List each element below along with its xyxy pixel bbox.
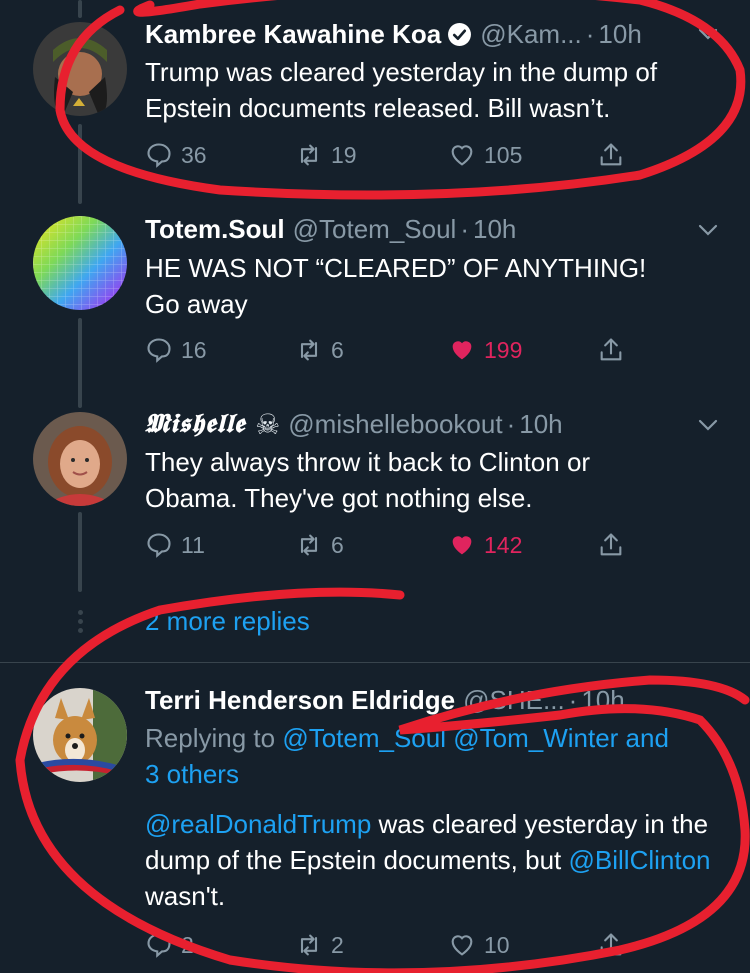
- avatar-kambree[interactable]: [33, 22, 127, 116]
- reply-icon: [147, 143, 171, 168]
- replying-handles[interactable]: @Totem_Soul @Tom_Winter and: [282, 723, 669, 753]
- share-icon: [600, 338, 622, 361]
- like-button[interactable]: 199: [448, 333, 522, 367]
- like-icon: [452, 341, 472, 360]
- retweet-icon: [300, 339, 318, 361]
- tweet-text-line-1: HE WAS NOT “CLEARED” OF ANYTHING!: [145, 253, 647, 283]
- tweet-text-part-2: wasn't.: [145, 881, 226, 911]
- like-icon: [452, 536, 472, 555]
- like-icon: [451, 145, 473, 166]
- author-handle[interactable]: @SHE...: [463, 685, 565, 716]
- replying-to: Replying to @Totem_Soul @Tom_Winter and …: [145, 720, 720, 792]
- thread-line-2: [78, 318, 82, 408]
- tweet-text: Trump was cleared yesterday in the dump …: [145, 57, 658, 123]
- share-button[interactable]: [597, 138, 633, 172]
- like-count: 10: [484, 931, 510, 958]
- reply-count: 2: [181, 931, 194, 958]
- mention-billclinton[interactable]: @BillClinton: [569, 845, 711, 875]
- retweet-icon: [300, 144, 318, 166]
- tweet-2-header: Totem.Soul @Totem_Soul · 10h: [145, 211, 720, 247]
- share-button[interactable]: [597, 528, 633, 562]
- tweet-actions: 16 6 199: [145, 333, 720, 367]
- share-button[interactable]: [597, 333, 633, 367]
- tweet-text: HE WAS NOT “CLEARED” OF ANYTHING! Go awa…: [145, 250, 720, 322]
- tweet-timestamp[interactable]: 10h: [598, 19, 641, 50]
- share-icon: [600, 143, 622, 166]
- like-button[interactable]: 142: [448, 528, 522, 562]
- reply-button[interactable]: 36: [145, 138, 207, 172]
- skull-crossbones-icon: ☠: [255, 408, 281, 440]
- retweet-button[interactable]: 6: [295, 333, 344, 367]
- author-name[interactable]: 𝕸𝖎𝖘𝖍𝖊𝖑𝖑𝖊: [145, 409, 245, 440]
- tweet-text: @realDonaldTrump was cleared yesterday i…: [145, 806, 718, 914]
- thread-line-top: [78, 0, 82, 18]
- chevron-down-icon[interactable]: [696, 413, 720, 437]
- reply-count: 36: [181, 141, 207, 168]
- like-count: 199: [484, 336, 523, 363]
- reply-icon: [147, 933, 171, 958]
- tweet-actions: 36 19 105: [145, 138, 720, 172]
- retweet-button[interactable]: 19: [295, 138, 357, 172]
- author-handle[interactable]: @Kam...: [480, 19, 582, 50]
- reply-icon: [147, 338, 171, 363]
- divider: [0, 662, 750, 663]
- verified-badge-icon: [448, 22, 472, 46]
- like-count: 105: [484, 141, 523, 168]
- retweet-icon: [300, 534, 318, 556]
- thread-line-1: [78, 124, 82, 204]
- author-name[interactable]: Totem.Soul: [145, 214, 285, 245]
- mention-realdonaldtrump[interactable]: @realDonaldTrump: [145, 809, 371, 839]
- tweet-timestamp[interactable]: 10h: [581, 685, 624, 716]
- reply-count: 16: [181, 336, 207, 363]
- author-handle[interactable]: @mishellebookout: [288, 409, 502, 440]
- avatar-totem-soul[interactable]: [33, 216, 127, 310]
- chevron-down-icon[interactable]: [696, 22, 720, 46]
- tweet-3-header: 𝕸𝖎𝖘𝖍𝖊𝖑𝖑𝖊 ☠ @mishellebookout · 10h: [145, 406, 720, 442]
- author-name[interactable]: Terri Henderson Eldridge: [145, 685, 455, 716]
- reply-button[interactable]: 11: [145, 528, 205, 562]
- retweet-icon: [300, 934, 318, 956]
- like-count: 142: [484, 531, 523, 558]
- separator-dot: ·: [585, 18, 595, 49]
- retweet-count: 2: [331, 931, 344, 958]
- reply-button[interactable]: 2: [145, 928, 194, 962]
- tweet-text: They always throw it back to Clinton or …: [145, 447, 591, 513]
- separator-dot: ·: [568, 684, 578, 715]
- retweet-count: 19: [331, 141, 357, 168]
- tweet-actions: 11 6 142: [145, 528, 720, 562]
- tweet-timestamp[interactable]: 10h: [473, 214, 516, 245]
- thread-line-3: [78, 512, 82, 592]
- thread-dots: [76, 610, 84, 634]
- tweet-actions: 2 2 10: [145, 928, 720, 962]
- share-button[interactable]: [597, 928, 633, 962]
- like-button[interactable]: 105: [448, 138, 522, 172]
- retweet-button[interactable]: 2: [295, 928, 344, 962]
- separator-dot: ·: [506, 408, 516, 439]
- replying-prefix: Replying to: [145, 723, 276, 753]
- like-button[interactable]: 10: [448, 928, 510, 962]
- reply-count: 11: [181, 531, 205, 558]
- like-icon: [451, 935, 473, 956]
- replying-others[interactable]: 3 others: [145, 759, 239, 789]
- chevron-down-icon[interactable]: [696, 218, 720, 242]
- separator-dot: ·: [460, 213, 469, 244]
- tweet-4-header: Terri Henderson Eldridge @SHE... · 10h: [145, 682, 720, 718]
- share-icon: [600, 933, 622, 956]
- tweet-1-header: Kambree Kawahine Koa @Kam... · 10h: [145, 16, 720, 52]
- author-name[interactable]: Kambree Kawahine Koa: [145, 19, 441, 50]
- retweet-button[interactable]: 6: [295, 528, 344, 562]
- retweet-count: 6: [331, 336, 344, 363]
- retweet-count: 6: [331, 531, 344, 558]
- more-replies-link[interactable]: 2 more replies: [145, 606, 310, 637]
- tweet-timestamp[interactable]: 10h: [519, 409, 562, 440]
- share-icon: [600, 533, 622, 556]
- author-handle[interactable]: @Totem_Soul: [293, 214, 457, 245]
- reply-button[interactable]: 16: [145, 333, 207, 367]
- reply-icon: [147, 533, 171, 558]
- tweet-text-line-2: Go away: [145, 289, 248, 319]
- avatar-mishelle[interactable]: [33, 412, 127, 506]
- avatar-terri[interactable]: [33, 688, 127, 782]
